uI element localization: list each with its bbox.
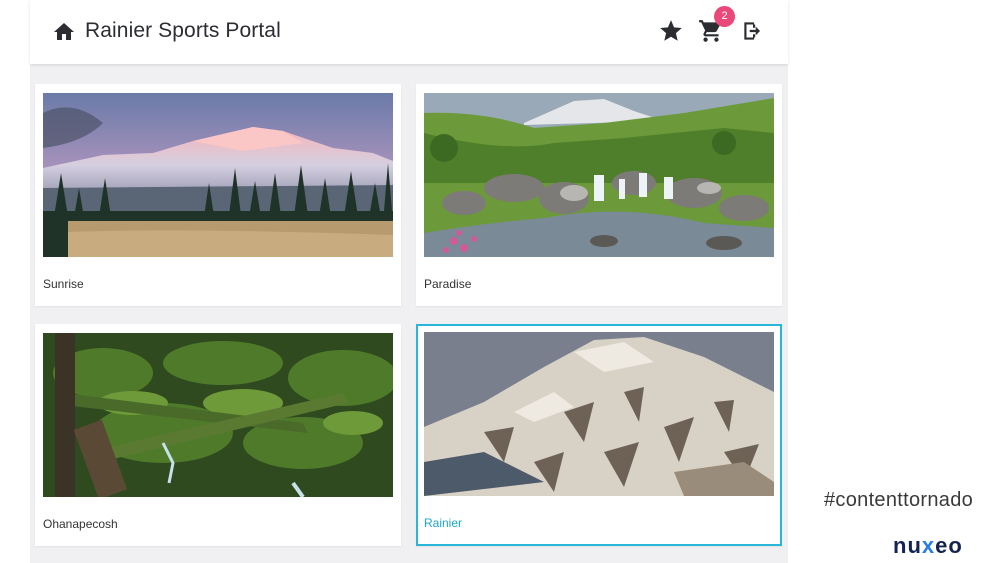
home-icon[interactable] [52, 20, 76, 44]
hashtag-caption: #contenttornado [824, 489, 974, 511]
star-icon[interactable] [658, 18, 684, 44]
gallery-card-paradise[interactable]: Paradise [416, 84, 782, 306]
sunrise-mountain-image [43, 93, 393, 257]
app-header: Rainier Sports Portal 2 [30, 0, 788, 64]
card-label: Paradise [424, 277, 472, 291]
cart-count-badge: 2 [714, 6, 735, 27]
paradise-waterfall-image [424, 93, 774, 257]
ohanapecosh-forest-image [43, 333, 393, 497]
card-label: Rainier [424, 516, 463, 530]
app-title: Rainier Sports Portal [85, 19, 281, 42]
logout-icon[interactable] [740, 18, 766, 44]
card-label: Ohanapecosh [43, 517, 118, 531]
gallery-card-ohanapecosh[interactable]: Ohanapecosh [35, 324, 401, 546]
nuxeo-logo: nuxeo [893, 533, 963, 558]
stage: Rainier Sports Portal 2 Sunrise Paradise… [0, 0, 1000, 563]
card-label: Sunrise [43, 277, 84, 291]
gallery-card-rainier[interactable]: Rainier [416, 324, 782, 546]
rainier-summit-image [424, 332, 774, 496]
gallery-card-sunrise[interactable]: Sunrise [35, 84, 401, 306]
portal-app: Rainier Sports Portal 2 Sunrise Paradise… [30, 0, 788, 563]
